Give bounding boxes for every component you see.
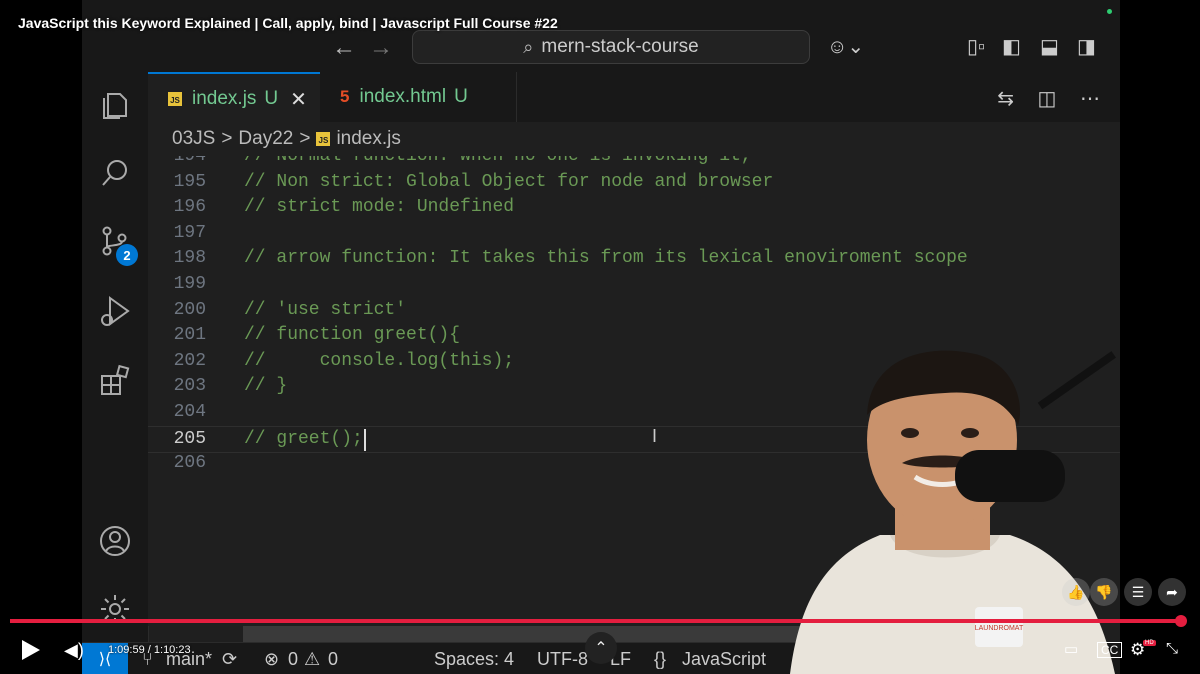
chevron-up-icon[interactable]: ⌃	[585, 632, 617, 664]
split-editor-icon[interactable]: ◫	[1038, 88, 1057, 110]
workspace-name: mern-stack-course	[541, 36, 699, 57]
editor-actions: ⇆ ◫ ⋯	[997, 86, 1120, 111]
back-arrow-icon[interactable]: ←	[332, 34, 356, 62]
toggle-secondary-sidebar-icon[interactable]: ◨	[1077, 34, 1096, 59]
tab-index-html[interactable]: 5 index.html U	[320, 72, 517, 122]
line-number: 205	[173, 428, 206, 449]
encoding[interactable]: UTF-8	[537, 649, 588, 670]
command-center-search[interactable]: ⌕ mern-stack-course	[412, 30, 810, 64]
indentation[interactable]: Spaces: 4	[434, 649, 514, 670]
code-text[interactable]: // strict mode: Undefined	[244, 195, 514, 221]
code-text[interactable]: // 'use strict'	[244, 298, 406, 324]
line-number: 199	[173, 274, 206, 294]
untracked-status: U	[264, 88, 279, 109]
line-number: 201	[173, 325, 206, 346]
tab-label: index.html	[359, 86, 447, 107]
breadcrumb-folder[interactable]: Day22	[238, 128, 293, 150]
breadcrumb: 03JS > Day22 > JS index.js	[148, 122, 1120, 156]
miniplayer-icon[interactable]: ▭	[1064, 640, 1078, 658]
svg-text:LAUNDROMAT: LAUNDROMAT	[975, 625, 1024, 632]
current-time: 1:09:59	[108, 644, 145, 656]
close-icon[interactable]: ✕	[290, 87, 307, 112]
customize-layout-icon[interactable]: ▯▫	[967, 34, 985, 59]
progress-scrubber[interactable]	[1175, 615, 1187, 627]
tab-index-js[interactable]: JS index.js U ✕	[148, 72, 320, 124]
comments-icon[interactable]: ☰	[1124, 578, 1152, 606]
subtitles-icon[interactable]: CC	[1097, 642, 1123, 658]
time-display: 1:09:59 / 1:10:23	[108, 644, 191, 656]
chevron-right-icon: >	[221, 128, 233, 149]
toggle-primary-sidebar-icon[interactable]: ◧	[1002, 34, 1021, 59]
line-number: 195	[173, 171, 206, 192]
code-text[interactable]: // }	[244, 374, 287, 400]
code-text[interactable]: // console.log(this);	[244, 349, 514, 375]
language-icon: {}	[654, 649, 667, 669]
breadcrumb-folder[interactable]: 03JS	[172, 128, 215, 150]
progress-bar[interactable]	[10, 619, 1181, 623]
js-file-icon: JS	[316, 132, 331, 146]
live-indicator	[1107, 9, 1112, 14]
more-actions-icon[interactable]: ⋯	[1080, 88, 1100, 110]
run-debug-icon[interactable]	[96, 292, 134, 330]
tab-label: index.js	[192, 88, 257, 109]
untracked-status: U	[454, 86, 468, 107]
search-icon[interactable]	[96, 154, 134, 192]
line-number: 198	[173, 248, 206, 269]
copilot-icon[interactable]: ☺⌄	[827, 34, 864, 59]
exit-fullscreen-icon[interactable]: ⤡	[1166, 640, 1178, 657]
code-text[interactable]: // greet();	[244, 427, 363, 453]
dislike-icon[interactable]: 👎	[1090, 578, 1118, 606]
line-number: 206	[173, 453, 206, 474]
warning-count[interactable]: 0	[328, 649, 338, 670]
error-icon[interactable]: ⊗	[264, 649, 279, 670]
time-separator: /	[147, 644, 151, 656]
breadcrumb-file[interactable]: index.js	[336, 128, 400, 150]
line-number: 203	[173, 376, 206, 397]
presenter-webcam: LAUNDROMAT	[790, 350, 1115, 674]
text-caret	[364, 428, 366, 451]
error-count[interactable]: 0	[288, 649, 298, 670]
code-text[interactable]: // Non strict: Global Object for node an…	[244, 170, 773, 196]
volume-icon[interactable]: ◀)	[64, 640, 84, 661]
language-mode[interactable]: JavaScript	[682, 649, 766, 670]
horizontal-scrollbar[interactable]	[243, 626, 843, 642]
js-file-icon: JS	[168, 92, 182, 106]
account-icon[interactable]	[96, 522, 134, 560]
forward-arrow-icon[interactable]: →	[369, 34, 393, 62]
play-icon[interactable]	[20, 638, 42, 662]
editor-tabs: JS index.js U ✕ 5 index.html U ⇆ ◫ ⋯	[148, 72, 1120, 124]
code-text[interactable]: // Normal function: when no one is invok…	[244, 156, 752, 170]
line-number: 194	[173, 156, 206, 166]
search-icon: ⌕	[523, 36, 534, 57]
explorer-icon[interactable]	[96, 86, 134, 124]
source-control-badge: 2	[116, 244, 138, 266]
warning-icon[interactable]: ⚠	[304, 649, 320, 670]
line-number: 204	[173, 402, 206, 422]
like-icon[interactable]: 👍	[1062, 578, 1090, 606]
html-file-icon: 5	[340, 87, 350, 106]
line-number: 202	[173, 350, 206, 371]
line-number: 197	[173, 222, 206, 243]
microphone	[955, 450, 1065, 502]
sync-icon[interactable]: ⟳	[222, 649, 237, 670]
title-bar: ← → ⌕ mern-stack-course ☺⌄ ▯▫ ◧ ⬓ ◨	[82, 0, 1120, 73]
hd-badge: HD	[1143, 640, 1156, 646]
toggle-panel-icon[interactable]: ⬓	[1040, 34, 1059, 59]
extensions-icon[interactable]	[96, 362, 134, 400]
code-text[interactable]: // arrow function: It takes this from it…	[244, 246, 968, 272]
code-text[interactable]: // function greet(){	[244, 323, 460, 349]
share-icon[interactable]: ➦	[1158, 578, 1186, 606]
video-title[interactable]: JavaScript this Keyword Explained | Call…	[18, 15, 558, 31]
activity-bar: 2	[82, 72, 149, 674]
line-number: 196	[173, 197, 206, 218]
line-number: 200	[173, 299, 206, 320]
total-time: 1:10:23	[153, 644, 191, 656]
chevron-right-icon: >	[299, 128, 311, 149]
compare-changes-icon[interactable]: ⇆	[997, 88, 1014, 110]
